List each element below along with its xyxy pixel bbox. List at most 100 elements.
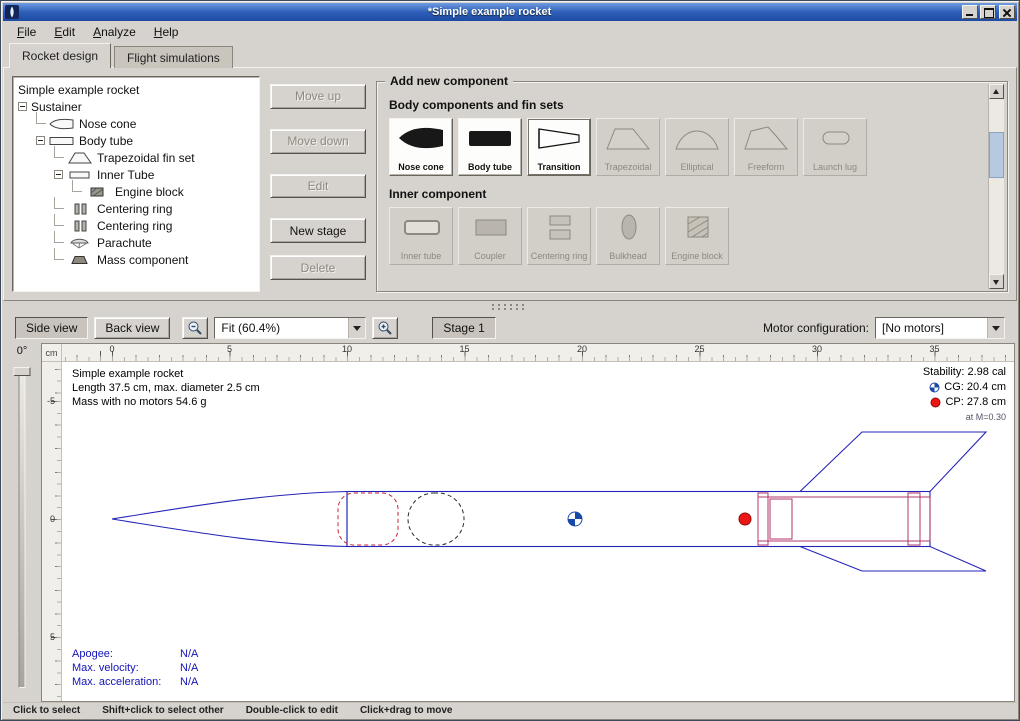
hint-bar: Click to select Shift+click to select ot… bbox=[3, 702, 1017, 718]
stage-1-toggle[interactable]: Stage 1 bbox=[432, 317, 495, 339]
back-view-button[interactable]: Back view bbox=[94, 317, 170, 339]
rotation-slider[interactable] bbox=[3, 359, 41, 694]
mass-component-icon bbox=[67, 254, 93, 266]
zoom-value: Fit (60.4%) bbox=[215, 318, 348, 338]
figure-panel: cm 0 5 10 15 20 25 30 35 -5 0 5 bbox=[41, 343, 1015, 702]
mach-condition: at M=0.30 bbox=[923, 410, 1006, 425]
acceleration-value: N/A bbox=[180, 675, 198, 689]
cg-marker bbox=[568, 512, 582, 526]
zoom-out-icon bbox=[187, 320, 203, 336]
component-scrollbar[interactable] bbox=[988, 84, 1004, 289]
add-engine-block-button[interactable]: Engine block bbox=[665, 207, 729, 265]
add-bulkhead-button[interactable]: Bulkhead bbox=[596, 207, 660, 265]
tree-connector bbox=[54, 146, 64, 158]
add-launch-lug-button[interactable]: Launch lug bbox=[803, 118, 867, 176]
add-elliptical-fin-button[interactable]: Elliptical bbox=[665, 118, 729, 176]
coupler-icon bbox=[465, 212, 515, 247]
rocket-info: Simple example rocket Length 37.5 cm, ma… bbox=[72, 367, 260, 409]
ruler-unit-label: cm bbox=[42, 344, 62, 362]
close-button[interactable] bbox=[999, 5, 1015, 19]
stability-value: Stability: 2.98 cal bbox=[923, 365, 1006, 380]
tree-item-engine-block[interactable]: Engine block bbox=[15, 183, 257, 200]
menu-help[interactable]: Help bbox=[146, 23, 187, 41]
engine-block-icon bbox=[85, 186, 111, 198]
mass-component-outline[interactable] bbox=[408, 493, 464, 545]
scroll-down-icon[interactable] bbox=[989, 274, 1004, 289]
move-up-button[interactable]: Move up bbox=[270, 84, 366, 109]
acceleration-label: Max. acceleration: bbox=[72, 675, 180, 689]
motor-config-area: Motor configuration: [No motors] bbox=[763, 317, 1005, 339]
stability-info: Stability: 2.98 cal CG: 20.4 cm CP: 27.8… bbox=[923, 365, 1006, 425]
figure-area: 0° cm 0 5 10 15 20 25 30 35 -5 0 5 bbox=[3, 343, 1017, 702]
scroll-up-icon[interactable] bbox=[989, 84, 1004, 99]
tree-item-body-tube[interactable]: Body tube bbox=[15, 132, 257, 149]
delete-button[interactable]: Delete bbox=[270, 255, 366, 280]
rocket-canvas[interactable]: Simple example rocket Length 37.5 cm, ma… bbox=[62, 362, 1014, 701]
edit-button[interactable]: Edit bbox=[270, 174, 366, 199]
tree-item-rocket[interactable]: Simple example rocket bbox=[15, 81, 257, 98]
transition-icon bbox=[534, 123, 584, 158]
tree-connector bbox=[36, 112, 46, 124]
motor-config-select[interactable]: [No motors] bbox=[875, 317, 1005, 339]
bottom-fin[interactable] bbox=[800, 547, 986, 572]
menu-bar: File Edit Analyze Help bbox=[3, 21, 1017, 42]
design-split-handle[interactable] bbox=[3, 301, 1017, 313]
parachute-icon bbox=[67, 237, 93, 249]
add-centering-ring-button[interactable]: Centering ring bbox=[527, 207, 591, 265]
menu-edit[interactable]: Edit bbox=[46, 23, 83, 41]
inner-components[interactable] bbox=[758, 493, 930, 545]
tree-item-parachute[interactable]: Parachute bbox=[15, 234, 257, 251]
add-freeform-fin-button[interactable]: Freeform bbox=[734, 118, 798, 176]
app-icon[interactable] bbox=[5, 5, 19, 19]
add-trapezoidal-fin-button[interactable]: Trapezoidal bbox=[596, 118, 660, 176]
add-body-tube-button[interactable]: Body tube bbox=[458, 118, 522, 176]
tree-item-fin-set[interactable]: Trapezoidal fin set bbox=[15, 149, 257, 166]
cp-marker bbox=[739, 513, 751, 525]
menu-file[interactable]: File bbox=[9, 23, 44, 41]
add-inner-tube-button[interactable]: Inner tube bbox=[389, 207, 453, 265]
component-tree[interactable]: Simple example rocket Sustainer Nose con… bbox=[12, 76, 260, 292]
tree-connector bbox=[54, 214, 64, 226]
tree-item-inner-tube[interactable]: Inner Tube bbox=[15, 166, 257, 183]
chevron-down-icon[interactable] bbox=[348, 318, 365, 338]
tab-rocket-design[interactable]: Rocket design bbox=[9, 43, 111, 68]
scrollbar-thumb[interactable] bbox=[989, 132, 1004, 178]
move-down-button[interactable]: Move down bbox=[270, 129, 366, 154]
rocket-outline[interactable] bbox=[112, 432, 986, 571]
design-panel: Simple example rocket Sustainer Nose con… bbox=[3, 67, 1017, 301]
slider-handle[interactable] bbox=[14, 367, 31, 376]
bulkhead-icon bbox=[603, 212, 653, 247]
nose-cone-icon bbox=[396, 123, 446, 158]
collapse-handle-icon[interactable] bbox=[36, 136, 45, 145]
add-coupler-button[interactable]: Coupler bbox=[458, 207, 522, 265]
top-fin[interactable] bbox=[800, 432, 986, 492]
inner-components-row: Inner tube Coupler Centering ring Bulkhe… bbox=[389, 207, 981, 265]
minimize-button[interactable] bbox=[962, 5, 978, 19]
tab-flight-simulations[interactable]: Flight simulations bbox=[114, 46, 233, 68]
zoom-in-button[interactable] bbox=[372, 317, 398, 339]
freeform-fin-icon bbox=[741, 123, 791, 158]
slider-track[interactable] bbox=[19, 369, 26, 688]
zoom-select[interactable]: Fit (60.4%) bbox=[214, 317, 366, 339]
velocity-value: N/A bbox=[180, 661, 198, 675]
menu-analyze[interactable]: Analyze bbox=[85, 23, 144, 41]
rocket-dimensions: Length 37.5 cm, max. diameter 2.5 cm bbox=[72, 381, 260, 395]
side-view-button[interactable]: Side view bbox=[15, 317, 88, 339]
tree-item-sustainer[interactable]: Sustainer bbox=[15, 98, 257, 115]
centering-ring-icon bbox=[67, 220, 93, 232]
add-transition-button[interactable]: Transition bbox=[527, 118, 591, 176]
cp-value: CP: 27.8 cm bbox=[945, 395, 1006, 410]
tree-item-centering-ring-1[interactable]: Centering ring bbox=[15, 200, 257, 217]
chevron-down-icon[interactable] bbox=[987, 318, 1004, 338]
maximize-button[interactable] bbox=[980, 5, 996, 19]
body-components-section-label: Body components and fin sets bbox=[389, 98, 981, 112]
tree-item-centering-ring-2[interactable]: Centering ring bbox=[15, 217, 257, 234]
tree-item-nose-cone[interactable]: Nose cone bbox=[15, 115, 257, 132]
add-nose-cone-button[interactable]: Nose cone bbox=[389, 118, 453, 176]
collapse-handle-icon[interactable] bbox=[54, 170, 63, 179]
tree-item-mass-component[interactable]: Mass component bbox=[15, 251, 257, 268]
zoom-out-button[interactable] bbox=[182, 317, 208, 339]
apogee-value: N/A bbox=[180, 647, 198, 661]
collapse-handle-icon[interactable] bbox=[18, 102, 27, 111]
new-stage-button[interactable]: New stage bbox=[270, 218, 366, 243]
